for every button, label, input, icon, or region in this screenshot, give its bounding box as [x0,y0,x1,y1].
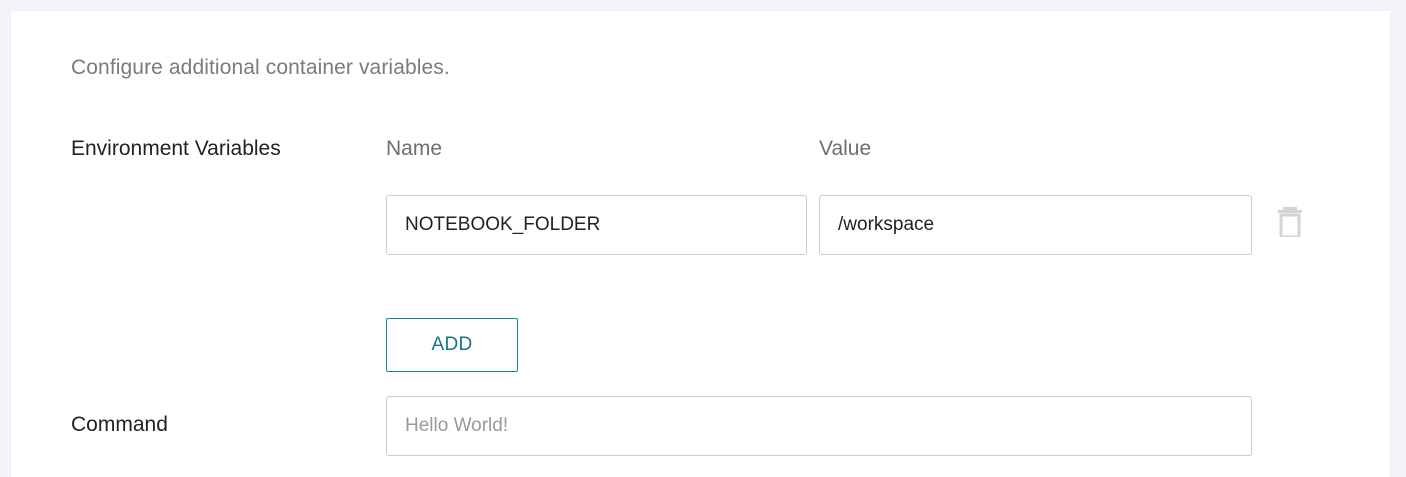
page-scroll-gutter [1390,0,1406,477]
name-column-header: Name [386,137,443,160]
container-variables-panel: Configure additional container variables… [11,11,1390,477]
value-column-header: Value [819,137,872,160]
command-input[interactable] [386,396,1252,456]
command-label: Command [71,413,168,436]
env-variables-label: Environment Variables [71,137,281,160]
add-variable-button[interactable]: ADD [386,318,518,372]
env-value-input[interactable] [819,195,1252,255]
env-name-input[interactable] [386,195,807,255]
trash-icon[interactable] [1277,207,1303,239]
section-description: Configure additional container variables… [71,56,450,79]
